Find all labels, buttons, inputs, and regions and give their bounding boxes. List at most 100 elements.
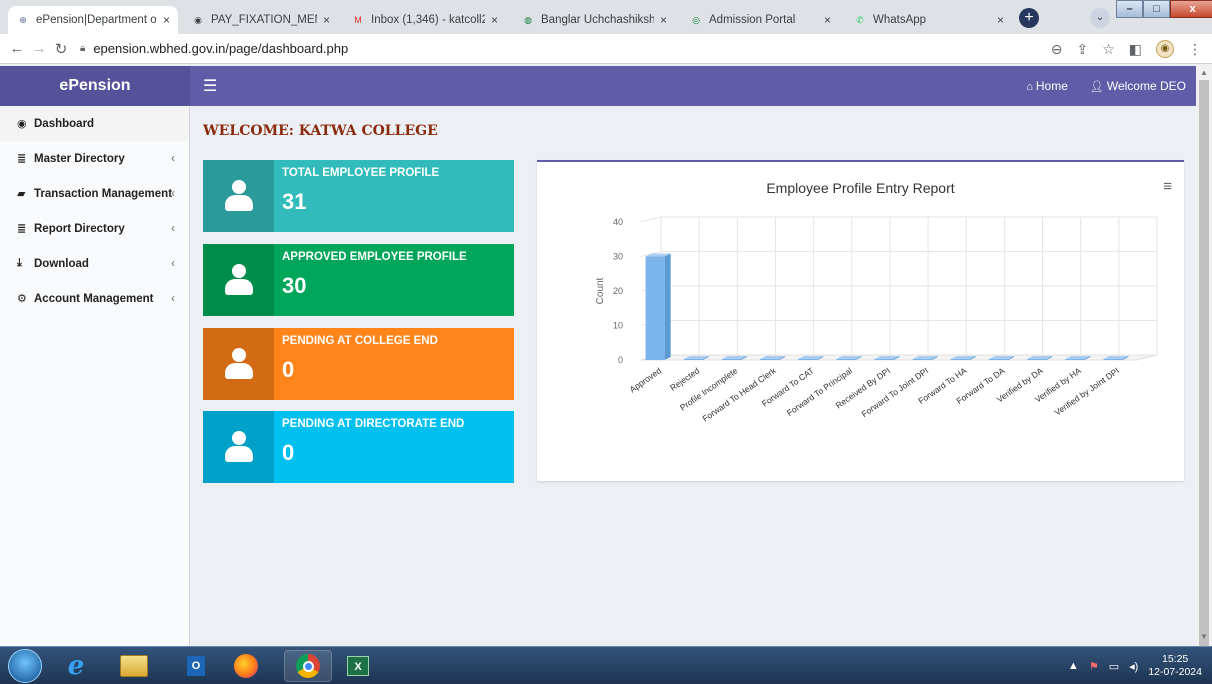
info-box-label: TOTAL EMPLOYEE PROFILE [282, 167, 440, 179]
close-window-button[interactable]: x [1170, 0, 1212, 18]
tab-search-button[interactable]: ⌄ [1090, 8, 1110, 28]
tab-close-icon[interactable]: × [491, 13, 498, 27]
sidebar-item-label: Transaction Management [34, 187, 173, 200]
side-panel-icon[interactable]: ◧ [1129, 41, 1142, 58]
scroll-up-arrow[interactable]: ▲ [1196, 68, 1212, 77]
hamburger-menu-icon[interactable]: ☰ [203, 76, 217, 96]
forward-icon[interactable]: → [28, 40, 50, 57]
system-tray: ▲ ⚑ ▭ ◂) 15:25 12-07-2024 [1068, 653, 1202, 679]
network-icon[interactable]: ▭ [1109, 660, 1119, 673]
sidebar-item[interactable]: ⚙ Account Management ‹ [0, 281, 189, 316]
address-bar: ← → ↻ 🔒︎ epension.wbhed.gov.in/page/dash… [0, 34, 1212, 64]
firefox-icon[interactable] [222, 650, 270, 682]
browser-tab[interactable]: ✆ WhatsApp × [845, 6, 1012, 34]
tab-title: Admission Portal [709, 14, 796, 26]
browser-menu-icon[interactable]: ⋮ [1188, 41, 1202, 58]
start-button[interactable] [8, 649, 42, 683]
profile-avatar[interactable]: ◉ [1156, 40, 1174, 58]
database-icon: ≣ [17, 223, 27, 235]
info-box: TOTAL EMPLOYEE PROFILE 31 [203, 160, 514, 232]
bar[interactable] [645, 253, 671, 361]
user-icon: 👤︎ [1089, 81, 1104, 93]
chevron-left-icon: ‹ [171, 292, 175, 305]
sidebar-item[interactable]: ⤓ Download ‹ [0, 246, 189, 281]
minimize-button[interactable]: – [1116, 0, 1143, 18]
tab-close-icon[interactable]: × [163, 13, 170, 27]
sidebar: ◉ Dashboard ≣ Master Directory ‹ ▰ Transaction… [0, 106, 190, 646]
maximize-button[interactable]: □ [1143, 0, 1170, 18]
book-icon: ▰ [17, 188, 26, 200]
clock[interactable]: 15:25 12-07-2024 [1148, 653, 1202, 679]
scrollbar-thumb[interactable] [1199, 80, 1209, 648]
user-icon [224, 180, 254, 212]
x-tick-label: Rejected [668, 365, 701, 393]
tab-title: Banglar Uchchashiksha [541, 14, 654, 26]
chrome-icon[interactable] [284, 650, 332, 682]
sidebar-item-label: Dashboard [34, 117, 95, 130]
x-tick-label: Forward To Head Clerk [700, 365, 778, 424]
home-label: Home [1035, 79, 1068, 93]
new-tab-button[interactable]: + [1019, 8, 1039, 28]
browser-tab[interactable]: ⊕ ePension|Department o × [8, 6, 178, 34]
action-center-icon[interactable]: ⚑ [1089, 660, 1099, 673]
info-box-icon-area [203, 160, 274, 232]
y-axis-title: Count [595, 277, 606, 304]
info-box-label: PENDING AT COLLEGE END [282, 335, 438, 347]
chevron-left-icon: ‹ [171, 152, 175, 165]
dashboard-icon: ◉ [17, 118, 27, 130]
excel-icon[interactable]: X [334, 650, 382, 682]
tab-favicon-icon: ✆ [856, 14, 864, 25]
sidebar-item[interactable]: ◉ Dashboard [0, 106, 189, 141]
chart-card: Employee Profile Entry Report ≡ 0 10 20 30 4… [537, 160, 1184, 481]
user-menu[interactable]: 👤︎ Welcome DEO [1090, 79, 1186, 93]
page-scrollbar[interactable]: ▲ ▼ [1196, 66, 1212, 648]
url-field[interactable]: 🔒︎ epension.wbhed.gov.in/page/dashboard.… [80, 41, 348, 56]
info-box-label: PENDING AT DIRECTORATE END [282, 418, 465, 430]
clock-time: 15:25 [1162, 653, 1189, 665]
user-icon [224, 348, 254, 380]
chevron-left-icon: ‹ [171, 257, 175, 270]
tab-close-icon[interactable]: × [824, 13, 831, 27]
ie-icon[interactable]: e [52, 650, 100, 682]
info-box-value: 0 [282, 357, 295, 382]
tab-title: ePension|Department o [36, 14, 157, 26]
info-box-icon-area [203, 411, 274, 483]
browser-tab[interactable]: ◎ Admission Portal × [681, 6, 839, 34]
y-tick-label: 30 [613, 252, 623, 262]
bookmark-star-icon[interactable]: ☆ [1102, 41, 1115, 58]
user-icon [224, 264, 254, 296]
home-icon: ⌂ [1026, 81, 1033, 93]
info-box-value: 31 [282, 189, 307, 214]
explorer-icon[interactable] [110, 650, 158, 682]
zoom-icon[interactable]: ⊖ [1051, 41, 1063, 58]
x-tick-label: Forward To Joint DPI [860, 365, 931, 419]
sidebar-item[interactable]: ≣ Report Directory ‹ [0, 211, 189, 246]
browser-tab-strip: ⊕ ePension|Department o × ◉ PAY_FIXATION_MEM… [0, 0, 1212, 34]
info-box-label: APPROVED EMPLOYEE PROFILE [282, 251, 467, 263]
bar-chart: 010203040CountApproved RejectedProfile In… [595, 216, 1158, 424]
tab-close-icon[interactable]: × [660, 13, 667, 27]
browser-tab[interactable]: ◉ PAY_FIXATION_MEMO_ × [183, 6, 338, 34]
show-hidden-icons[interactable]: ▲ [1068, 660, 1079, 672]
tab-close-icon[interactable]: × [997, 13, 1004, 27]
info-box-value: 30 [282, 273, 307, 298]
windows-taskbar: e O X ▲ ⚑ ▭ ◂) 15:25 12-07-2024 [0, 646, 1212, 684]
volume-icon[interactable]: ◂) [1129, 660, 1138, 673]
app-logo[interactable]: ePension [0, 66, 190, 106]
home-link[interactable]: ⌂ Home [1026, 79, 1068, 93]
tab-close-icon[interactable]: × [323, 13, 330, 27]
reload-icon[interactable]: ↻ [50, 40, 72, 58]
user-label: Welcome DEO [1106, 79, 1186, 93]
back-icon[interactable]: ← [6, 40, 28, 57]
sidebar-item[interactable]: ▰ Transaction Management ‹ [0, 176, 189, 211]
browser-tab[interactable]: M Inbox (1,346) - katcoll2 × [343, 6, 506, 34]
sidebar-item-label: Report Directory [34, 222, 125, 235]
outlook-icon[interactable]: O [172, 650, 220, 682]
scroll-down-arrow[interactable]: ▼ [1196, 632, 1212, 641]
sidebar-item-label: Account Management [34, 292, 154, 305]
lock-icon: 🔒︎ [80, 43, 86, 54]
share-icon[interactable]: ⇪ [1076, 41, 1088, 58]
browser-tab[interactable]: ◍ Banglar Uchchashiksha × [513, 6, 675, 34]
app-header: ePension ☰ ⌂ Home 👤︎ Welcome DEO [0, 66, 1196, 106]
sidebar-item[interactable]: ≣ Master Directory ‹ [0, 141, 189, 176]
